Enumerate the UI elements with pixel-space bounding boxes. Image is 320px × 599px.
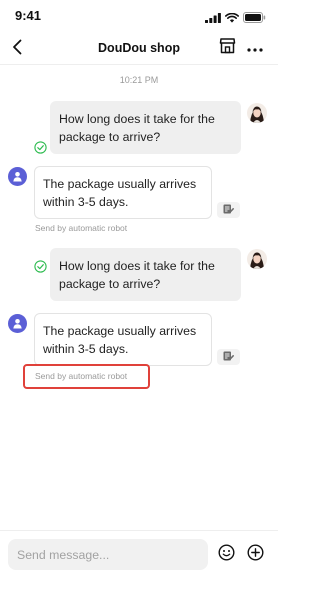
status-icons	[205, 10, 266, 28]
robot-avatar[interactable]	[8, 314, 27, 333]
check-circle-icon	[34, 260, 47, 273]
more-button[interactable]	[245, 38, 265, 58]
incoming-message-bubble[interactable]: The package usually arrives within 3-5 d…	[34, 313, 212, 366]
status-time: 9:41	[15, 8, 42, 23]
battery-icon	[243, 10, 266, 28]
edit-feedback-icon	[223, 348, 234, 366]
more-icon	[247, 39, 263, 57]
highlight-box	[23, 364, 150, 389]
robot-avatar[interactable]	[8, 167, 27, 186]
message-input[interactable]	[8, 539, 208, 570]
plus-icon	[247, 543, 264, 566]
edit-feedback-icon	[223, 201, 234, 219]
message-timestamp: 10:21 PM	[119, 75, 159, 85]
wifi-icon	[225, 10, 239, 28]
feedback-button[interactable]	[217, 202, 240, 218]
attach-button[interactable]	[246, 543, 265, 566]
user-avatar[interactable]	[247, 249, 267, 269]
user-avatar[interactable]	[247, 103, 267, 123]
signal-icon	[205, 10, 221, 28]
status-bar: 9:41	[0, 0, 278, 34]
check-circle-icon	[34, 141, 47, 154]
store-icon	[219, 37, 236, 59]
feedback-button[interactable]	[217, 349, 240, 365]
chat-screen: 9:41 DouDou shop 10:21 PM How long does …	[0, 0, 278, 599]
emoji-button[interactable]	[217, 543, 236, 566]
robot-sender-note: Send by automatic robot	[35, 223, 128, 233]
store-button[interactable]	[217, 38, 237, 58]
chat-header: DouDou shop	[0, 34, 278, 65]
message-composer	[0, 530, 278, 599]
outgoing-message-bubble[interactable]: How long does it take for the package to…	[50, 101, 241, 154]
outgoing-message-bubble[interactable]: How long does it take for the package to…	[50, 248, 241, 301]
incoming-message-bubble[interactable]: The package usually arrives within 3-5 d…	[34, 166, 212, 219]
emoji-icon	[218, 543, 235, 566]
